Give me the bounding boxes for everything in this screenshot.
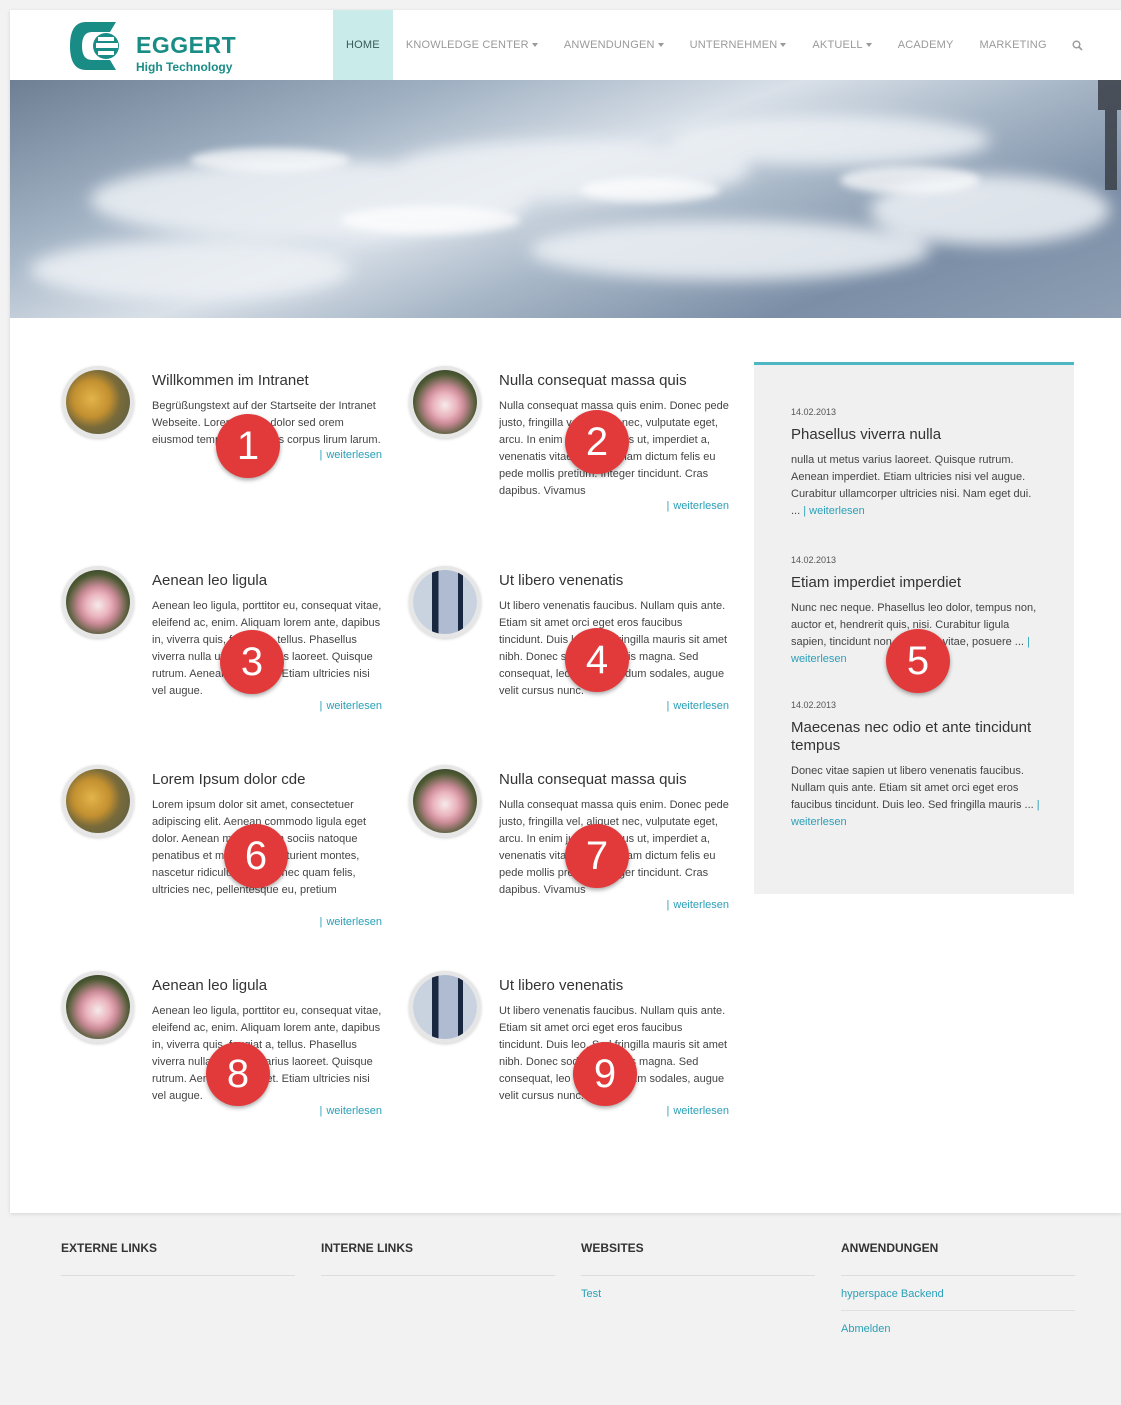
hero-image	[10, 80, 1121, 318]
footer-link-abmelden[interactable]: Abmelden	[841, 1311, 1075, 1345]
annotation-badge: 7	[565, 824, 629, 888]
caret-down-icon	[865, 43, 872, 47]
article-title[interactable]: Aenean leo ligula	[152, 977, 382, 994]
site-logo[interactable]: EGGERT High Technology	[68, 20, 248, 74]
footer-link-test[interactable]: Test	[581, 1276, 815, 1310]
footer-column-anwendungen: ANWENDUNGEN hyperspace Backend Abmelden	[841, 1240, 1075, 1345]
annotation-badge: 3	[220, 630, 284, 694]
footer-heading: INTERNE LINKS	[321, 1240, 555, 1276]
news-text: Donec vitae sapien ut libero venenatis f…	[791, 765, 1040, 828]
main-nav: HOME KNOWLEDGE CENTER ANWENDUNGEN UNTERN…	[333, 10, 1095, 80]
annotation-badge: 8	[206, 1042, 270, 1106]
read-more-link[interactable]: | weiterlesen	[152, 1105, 383, 1117]
article-thumbnail[interactable]	[62, 566, 134, 638]
caret-down-icon	[531, 43, 538, 47]
footer-column-websites: WEBSITES Test	[581, 1240, 815, 1310]
footer-column-interne-links: INTERNE LINKS	[321, 1240, 555, 1276]
news-item: 14.02.2013 Phasellus viverra nulla nulla…	[791, 407, 1041, 520]
annotation-badge: 1	[216, 414, 280, 478]
annotation-badge: 4	[565, 628, 629, 692]
nav-item-unternehmen[interactable]: UNTERNEHMEN	[677, 10, 800, 80]
read-more-link[interactable]: | weiterlesen	[152, 700, 383, 712]
caret-down-icon	[780, 43, 787, 47]
news-title[interactable]: Phasellus viverra nulla	[791, 426, 1041, 444]
news-text: nulla ut metus varius laoreet. Quisque r…	[791, 454, 1032, 517]
hero-clouds-image	[30, 80, 1121, 300]
article-title[interactable]: Lorem Ipsum dolor cde	[152, 771, 382, 788]
read-more-link[interactable]: | weiterlesen	[803, 505, 865, 517]
article-title[interactable]: Aenean leo ligula	[152, 572, 382, 589]
nav-item-marketing[interactable]: MARKETING	[967, 10, 1060, 80]
nav-item-label: UNTERNEHMEN	[689, 39, 778, 51]
read-more-link[interactable]: | weiterlesen	[499, 700, 730, 712]
article-title[interactable]: Nulla consequat massa quis	[499, 771, 729, 788]
search-button[interactable]	[1060, 10, 1095, 80]
annotation-badge: 6	[224, 824, 288, 888]
nav-item-label: MARKETING	[979, 39, 1047, 51]
read-more-link[interactable]: | weiterlesen	[152, 916, 383, 928]
nav-item-anwendungen[interactable]: ANWENDUNGEN	[551, 10, 677, 80]
nav-item-home[interactable]: HOME	[333, 10, 393, 80]
article-thumbnail[interactable]	[62, 765, 134, 837]
footer-heading: ANWENDUNGEN	[841, 1240, 1075, 1276]
footer-column-externe-links: EXTERNE LINKS	[61, 1240, 295, 1276]
annotation-badge: 5	[886, 629, 950, 693]
nav-item-label: KNOWLEDGE CENTER	[405, 39, 529, 51]
footer-heading: WEBSITES	[581, 1240, 815, 1276]
logo-mark-icon	[70, 22, 119, 70]
news-title[interactable]: Maecenas nec odio et ante tincidunt temp…	[791, 719, 1041, 755]
news-date: 14.02.2013	[791, 700, 837, 710]
article-thumbnail[interactable]	[62, 971, 134, 1043]
nav-item-label: AKTUELL	[812, 39, 863, 51]
annotation-badge: 2	[565, 410, 629, 474]
article-thumbnail[interactable]	[409, 765, 481, 837]
article-title[interactable]: Nulla consequat massa quis	[499, 372, 729, 389]
read-more-link[interactable]: | weiterlesen	[499, 899, 730, 911]
article-title[interactable]: Willkommen im Intranet	[152, 372, 382, 389]
page: EGGERT High Technology HOME KNOWLEDGE CE…	[10, 10, 1121, 1213]
article-thumbnail[interactable]	[409, 566, 481, 638]
logo-name: EGGERT	[136, 32, 237, 58]
nav-item-academy[interactable]: ACADEMY	[885, 10, 967, 80]
read-more-link[interactable]: | weiterlesen	[499, 500, 730, 512]
footer-heading: EXTERNE LINKS	[61, 1240, 295, 1276]
news-date: 14.02.2013	[791, 407, 837, 417]
nav-item-label: ANWENDUNGEN	[563, 39, 655, 51]
news-title[interactable]: Etiam imperdiet imperdiet	[791, 574, 1041, 592]
search-icon	[1072, 40, 1083, 51]
nav-item-aktuell[interactable]: AKTUELL	[799, 10, 884, 80]
article-title[interactable]: Ut libero venenatis	[499, 977, 729, 994]
article-thumbnail[interactable]	[409, 971, 481, 1043]
news-item: 14.02.2013 Maecenas nec odio et ante tin…	[791, 700, 1041, 831]
footer-link-hyperspace-backend[interactable]: hyperspace Backend	[841, 1276, 1075, 1311]
news-date: 14.02.2013	[791, 555, 837, 565]
nav-item-knowledge-center[interactable]: KNOWLEDGE CENTER	[393, 10, 551, 80]
article-thumbnail[interactable]	[409, 366, 481, 438]
article-title[interactable]: Ut libero venenatis	[499, 572, 729, 589]
nav-item-label: ACADEMY	[897, 39, 954, 51]
news-sidebar: 14.02.2013 Phasellus viverra nulla nulla…	[754, 362, 1074, 894]
logo-tagline: High Technology	[136, 60, 233, 74]
annotation-badge: 9	[573, 1042, 637, 1106]
read-more-link[interactable]: | weiterlesen	[499, 1105, 730, 1117]
nav-item-label: HOME	[346, 39, 380, 51]
article-thumbnail[interactable]	[62, 366, 134, 438]
caret-down-icon	[657, 43, 664, 47]
site-header: EGGERT High Technology HOME KNOWLEDGE CE…	[10, 10, 1121, 80]
